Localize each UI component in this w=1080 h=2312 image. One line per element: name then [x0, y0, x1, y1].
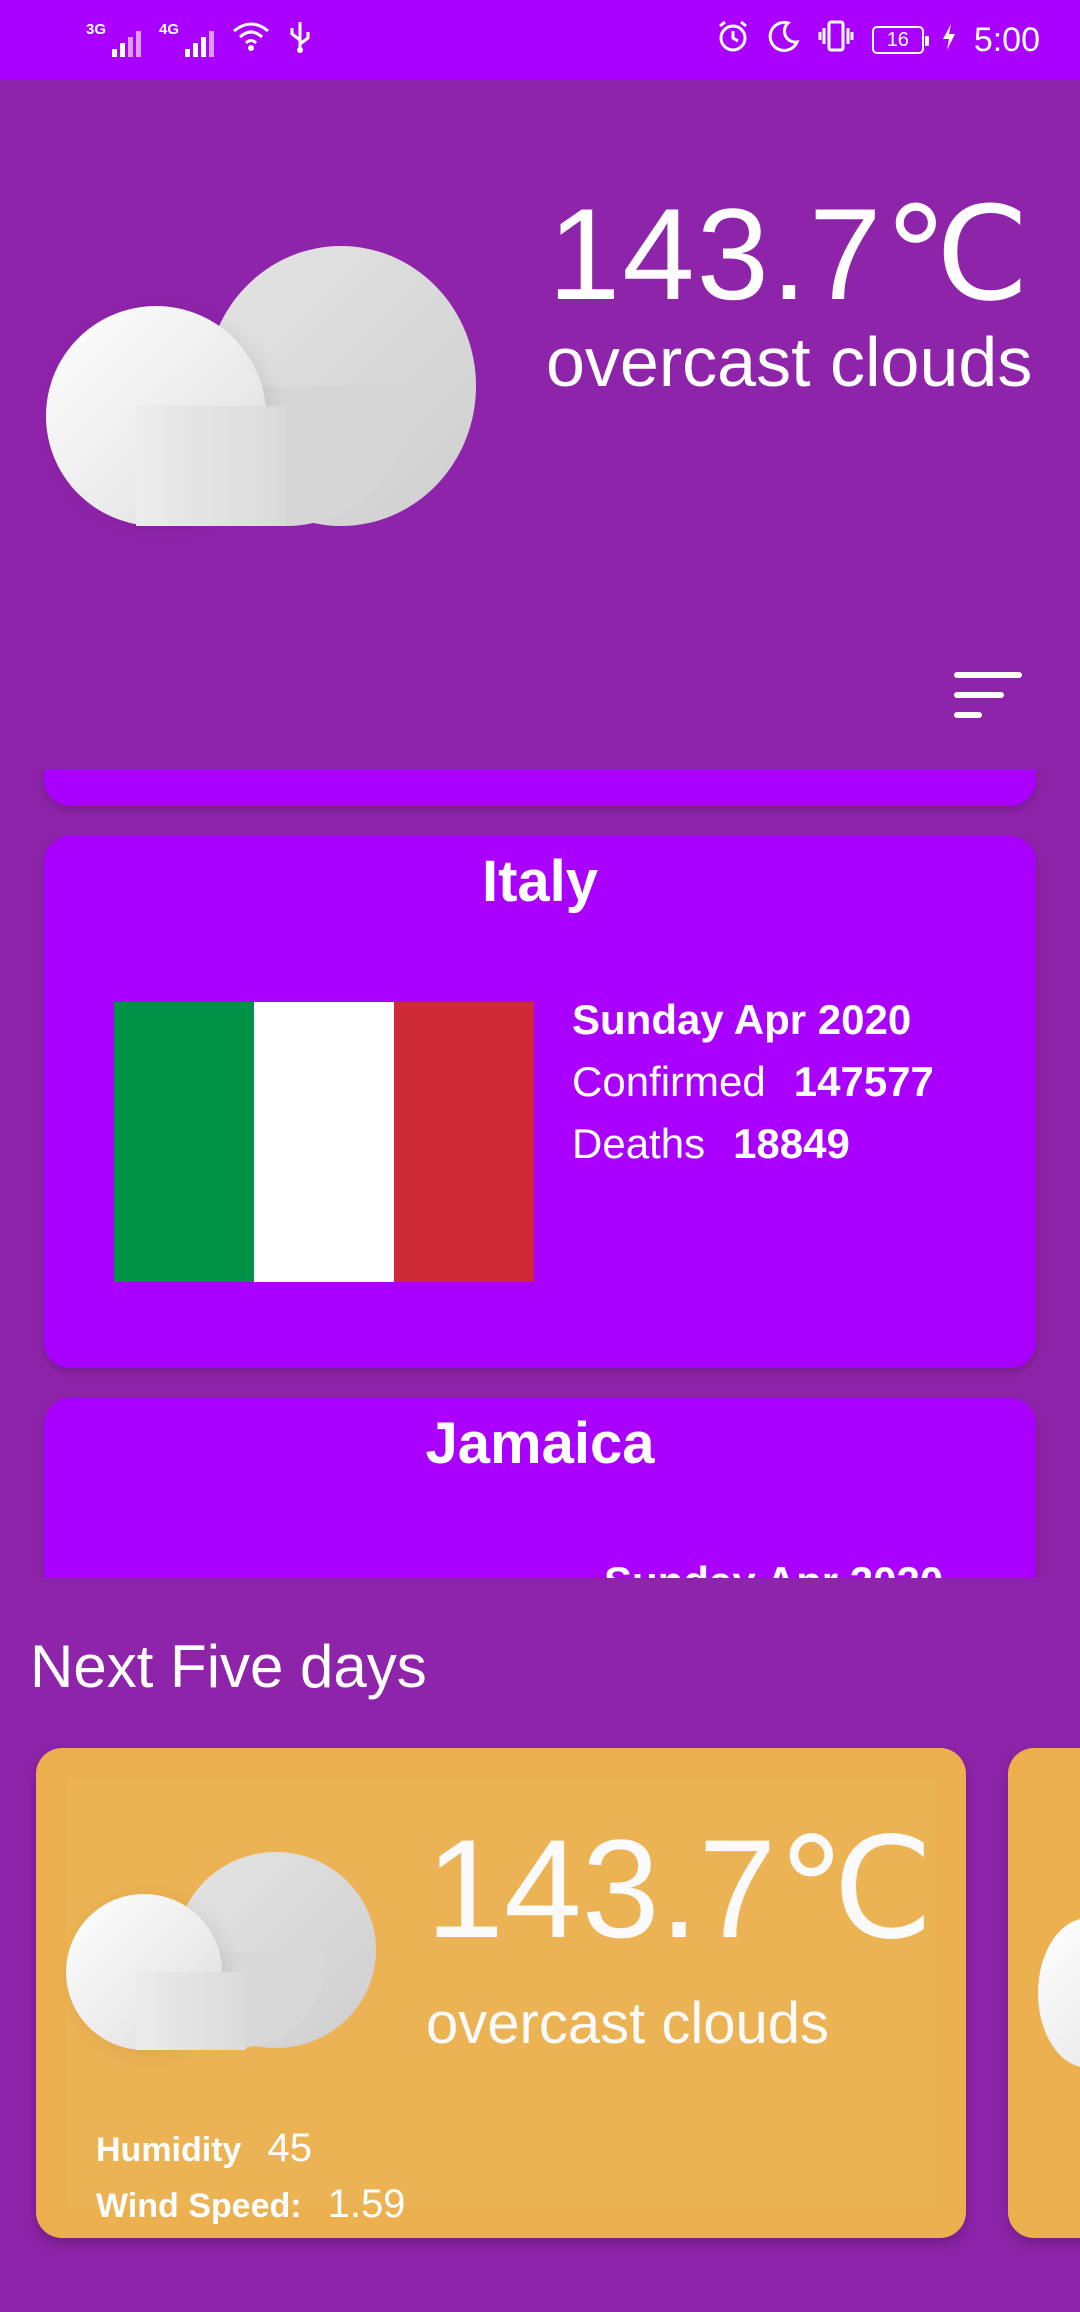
flag-italy-icon [114, 1002, 534, 1282]
moon-icon [768, 20, 800, 61]
country-stats: Sunday Apr 2020 Confirmed 147577 Deaths 18… [572, 996, 934, 1182]
country-name: Jamaica [425, 1411, 655, 1476]
forecast-card-next[interactable] [1008, 1748, 1080, 2238]
cloud-icon [46, 246, 476, 526]
current-temperature: 143.7℃ [548, 181, 1032, 327]
country-card[interactable] [44, 770, 1036, 806]
forecast-section-title: Next Five days [30, 1633, 427, 1700]
country-name: Italy [481, 849, 599, 914]
status-bar-left: 3G 4G [86, 20, 312, 60]
forecast-temperature: 143.7℃ [426, 1810, 934, 1967]
deaths-row: Deaths 18849 [572, 1120, 934, 1168]
signal-icon: 3G [86, 21, 141, 57]
country-card-jamaica[interactable]: Jamaica Sunday Apr 2020 [44, 1398, 1036, 1578]
status-bar: 3G 4G 16 5:00 [0, 0, 1080, 80]
forecast-description: overcast clouds [426, 1991, 829, 2056]
vibrate-icon [818, 19, 854, 62]
confirmed-row: Confirmed 147577 [572, 1058, 934, 1106]
wind-row: Wind Speed: 1.59 [96, 2182, 405, 2227]
forecast-card[interactable]: 143.7℃ overcast clouds Humidity 45 Wind … [36, 1748, 966, 2238]
confirmed-value: 147577 [793, 1058, 934, 1105]
wifi-icon [232, 21, 270, 59]
humidity-label: Humidity [96, 2131, 242, 2169]
cloud-icon [66, 1852, 376, 2052]
country-card-italy[interactable]: Italy Sunday Apr 2020 Confirmed 147577 De… [44, 836, 1036, 1368]
wind-value: 1.59 [327, 2182, 406, 2226]
deaths-label: Deaths [572, 1120, 706, 1167]
current-description: overcast clouds [546, 323, 1033, 401]
battery-icon: 16 [871, 26, 929, 54]
confirmed-label: Confirmed [572, 1058, 766, 1105]
country-list[interactable]: Italy Sunday Apr 2020 Confirmed 147577 De… [0, 770, 1080, 1578]
clock: 5:00 [973, 20, 1040, 59]
deaths-value: 18849 [733, 1120, 850, 1167]
status-bar-right: 16 5:00 [716, 19, 1040, 62]
sim2-label: 4G [159, 21, 180, 38]
usb-icon [288, 20, 312, 60]
stats-date: Sunday Apr 2020 [604, 1558, 943, 1578]
alarm-icon [716, 19, 750, 62]
charging-icon [942, 21, 956, 60]
humidity-row: Humidity 45 [96, 2126, 312, 2171]
cloud-icon [1038, 1918, 1080, 2068]
stats-date: Sunday Apr 2020 [572, 996, 912, 1043]
wind-label: Wind Speed: [96, 2187, 302, 2225]
signal-icon: 4G [159, 21, 214, 57]
sort-filter-icon[interactable] [954, 668, 1026, 724]
sim1-label: 3G [86, 21, 107, 38]
humidity-value: 45 [267, 2126, 312, 2170]
